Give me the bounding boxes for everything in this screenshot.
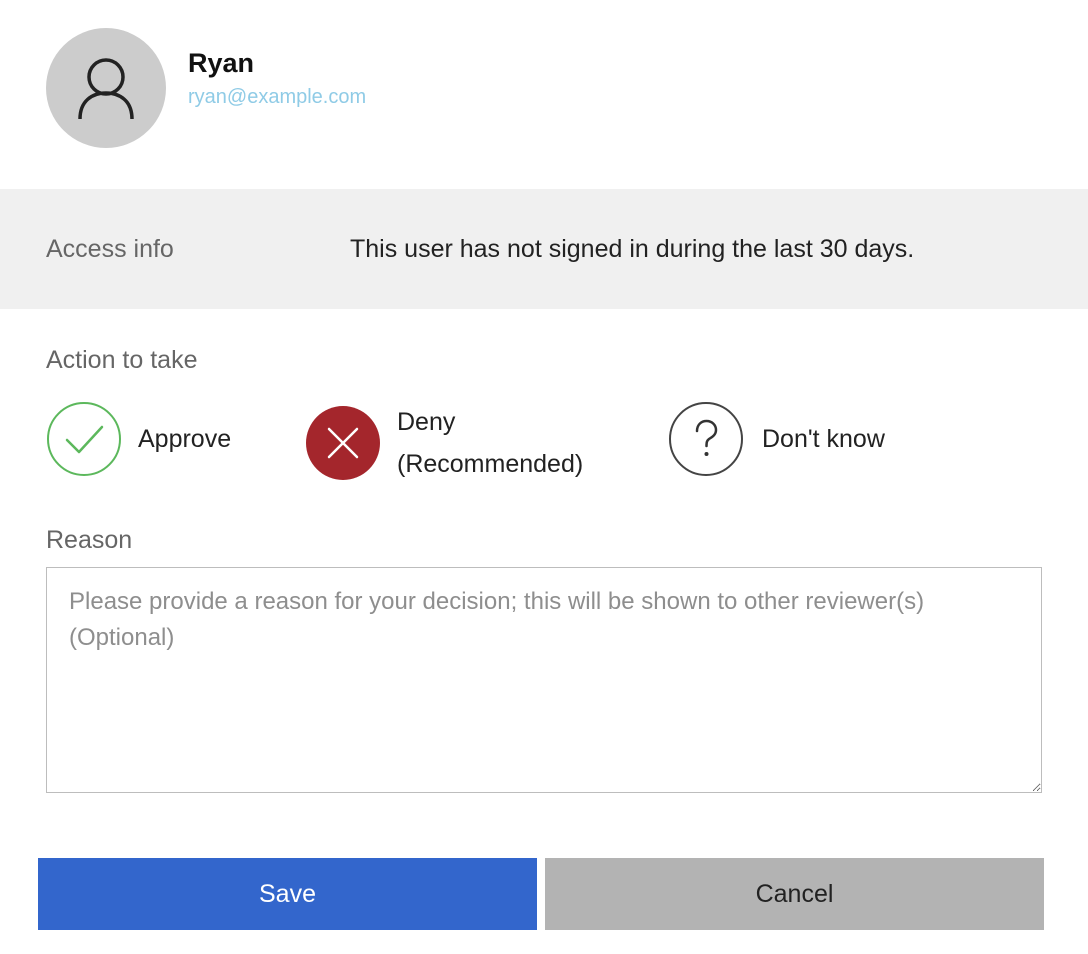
- access-info-value: This user has not signed in during the l…: [350, 235, 915, 263]
- deny-label-line1: Deny: [397, 408, 456, 436]
- dont-know-option[interactable]: Don't know: [668, 401, 885, 477]
- deny-label-line2: (Recommended): [397, 450, 584, 478]
- user-text: Ryan ryan@example.com: [188, 46, 366, 110]
- reason-textarea[interactable]: [46, 567, 1042, 793]
- cancel-button[interactable]: Cancel: [545, 858, 1044, 930]
- dont-know-label: Don't know: [762, 425, 885, 453]
- user-email: ryan@example.com: [188, 86, 367, 108]
- reason-label: Reason: [46, 526, 133, 554]
- x-circle-icon: [306, 406, 380, 480]
- deny-label: Deny (Recommended): [397, 401, 583, 485]
- approve-label: Approve: [138, 425, 232, 453]
- person-icon: [78, 58, 134, 120]
- user-name: Ryan: [188, 48, 255, 78]
- avatar: [46, 28, 166, 148]
- approve-option[interactable]: Approve: [46, 401, 231, 477]
- question-circle-icon: [669, 402, 743, 476]
- check-circle-icon: [47, 402, 121, 476]
- access-info-bar: Access info This user has not signed in …: [0, 189, 1088, 309]
- review-panel: Ryan ryan@example.com Access info This u…: [0, 0, 1088, 954]
- user-header: Ryan ryan@example.com: [46, 28, 366, 148]
- access-info-label: Access info: [46, 235, 174, 263]
- action-label: Action to take: [46, 346, 198, 374]
- save-button[interactable]: Save: [38, 858, 537, 930]
- deny-option[interactable]: Deny (Recommended): [305, 401, 583, 485]
